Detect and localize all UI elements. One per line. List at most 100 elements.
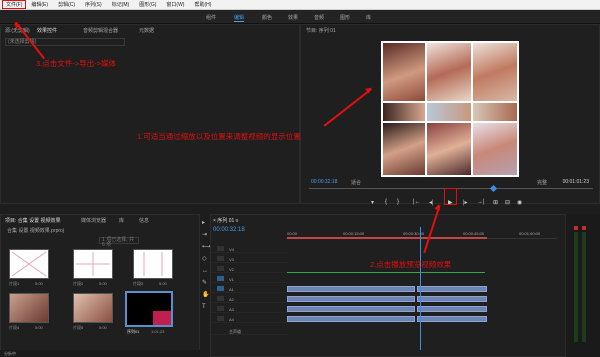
workspace-graphics[interactable]: 图形 xyxy=(340,14,350,21)
menu-window[interactable]: 窗口(W) xyxy=(161,1,189,8)
program-current-timecode[interactable]: 00:00:32:18 xyxy=(311,179,337,185)
audio-clip[interactable] xyxy=(417,316,487,322)
track-header[interactable]: A3 xyxy=(211,305,287,313)
project-tabs: 项目: 合集 设置 视频效果 媒体浏览器 库 信息 xyxy=(1,215,199,224)
hand-tool-icon[interactable]: ✋ xyxy=(202,292,209,298)
sequence-tab[interactable]: × 序列 01 ≡ xyxy=(213,217,239,224)
audio-clip[interactable] xyxy=(417,286,487,292)
list-item[interactable] xyxy=(125,291,173,327)
audio-clip[interactable] xyxy=(287,306,415,312)
tab-project[interactable]: 项目: 合集 设置 视频效果 xyxy=(5,217,61,224)
ruler-tick: 00:00:45:00 xyxy=(463,231,485,236)
ruler-tick: 00:00 xyxy=(287,231,298,236)
annotation-step1: 1.可适当通过缩放以及位置来调整视频的显示位置 xyxy=(137,132,301,141)
list-item[interactable] xyxy=(133,249,173,279)
project-search-input[interactable]: 1 项已选择, 共 6 项 xyxy=(99,237,139,248)
list-item[interactable] xyxy=(9,293,49,323)
workspace-libraries[interactable]: 库 xyxy=(366,14,371,21)
workspace-bar: 组件 编辑 颜色 效果 音频 图形 库 xyxy=(0,10,600,24)
tab-libraries[interactable]: 库 xyxy=(119,217,124,224)
mark-out-icon[interactable]: } xyxy=(397,199,399,205)
item-duration: 5:00 xyxy=(35,281,43,286)
workspace-audio[interactable]: 音频 xyxy=(314,14,324,21)
tab-media-browser[interactable]: 媒体浏览器 xyxy=(81,217,106,224)
audio-clip[interactable] xyxy=(417,296,487,302)
go-to-out-icon[interactable]: →| xyxy=(477,199,485,205)
lock-icon[interactable] xyxy=(217,266,224,271)
audio-clip[interactable] xyxy=(287,316,415,322)
lock-icon[interactable] xyxy=(217,286,224,291)
item-label: 片段1 xyxy=(9,281,20,286)
preview-face-4 xyxy=(383,103,425,121)
lock-icon[interactable] xyxy=(217,256,224,261)
audio-clip[interactable] xyxy=(417,306,487,312)
type-tool-icon[interactable]: T xyxy=(202,304,208,310)
track-select-tool-icon[interactable]: ⇥ xyxy=(202,232,208,238)
timeline-playhead[interactable] xyxy=(420,227,421,350)
video-preview[interactable] xyxy=(381,41,519,177)
mark-in-icon[interactable]: { xyxy=(385,199,387,205)
extract-icon[interactable]: ⊟ xyxy=(505,199,510,206)
tab-effect-controls[interactable]: 效果控件 xyxy=(37,27,57,34)
audio-clip[interactable] xyxy=(287,296,415,302)
track-header[interactable]: 主声道 xyxy=(211,327,287,335)
status-text: 分析中 xyxy=(4,351,16,356)
add-marker-icon[interactable]: ▾ xyxy=(371,199,374,206)
tab-info[interactable]: 信息 xyxy=(139,217,149,224)
export-frame-icon[interactable]: ◉ xyxy=(517,199,522,206)
track-header[interactable]: V3 xyxy=(211,255,287,263)
zoom-select[interactable]: 适合 xyxy=(351,179,361,186)
lock-icon[interactable] xyxy=(217,276,224,281)
track-header[interactable]: A1 xyxy=(211,285,287,293)
menu-file[interactable]: 文件(F) xyxy=(2,0,27,9)
step-forward-icon[interactable]: |▸ xyxy=(463,199,468,206)
lock-icon[interactable] xyxy=(217,246,224,251)
item-duration: 1:01:23 xyxy=(151,329,165,334)
track-header[interactable]: V4 xyxy=(211,245,287,253)
ruler-tick: 00:01:00:00 xyxy=(519,231,541,236)
tab-metadata[interactable]: 元数据 xyxy=(139,27,154,34)
go-to-in-icon[interactable]: |← xyxy=(413,199,421,205)
track-header[interactable]: V1 xyxy=(211,275,287,283)
selection-tool-icon[interactable]: ▸ xyxy=(202,220,208,226)
track-header[interactable]: V2 xyxy=(211,265,287,273)
menu-edit[interactable]: 编辑(E) xyxy=(26,1,53,8)
menu-bar: 文件(F) 编辑(E) 剪辑(C) 序列(S) 标记(M) 图形(G) 窗口(W… xyxy=(0,0,600,10)
menu-clip[interactable]: 剪辑(C) xyxy=(53,1,80,8)
list-item[interactable] xyxy=(73,293,113,323)
menu-help[interactable]: 帮助(H) xyxy=(189,1,216,8)
workspace-effects[interactable]: 效果 xyxy=(288,14,298,21)
green-clip[interactable] xyxy=(287,272,485,273)
tab-source[interactable]: 源:(无剪辑) xyxy=(5,27,30,34)
resolution-select[interactable]: 完整 xyxy=(537,179,547,186)
ripple-edit-tool-icon[interactable]: ⟷ xyxy=(202,244,211,250)
lock-icon[interactable] xyxy=(217,306,224,311)
track-header[interactable]: A4 xyxy=(211,315,287,323)
preview-face-9 xyxy=(473,123,517,175)
clip-indicator[interactable] xyxy=(574,226,578,230)
clip-indicator[interactable] xyxy=(582,226,586,230)
program-playhead[interactable] xyxy=(489,184,498,193)
lock-icon[interactable] xyxy=(217,316,224,321)
track-header[interactable]: A2 xyxy=(211,295,287,303)
slip-tool-icon[interactable]: ↔ xyxy=(202,268,208,274)
workspace-assembly[interactable]: 组件 xyxy=(206,14,216,21)
menu-marker[interactable]: 标记(M) xyxy=(107,1,135,8)
lift-icon[interactable]: ⊞ xyxy=(493,199,498,206)
list-item[interactable] xyxy=(73,249,113,279)
menu-sequence[interactable]: 序列(S) xyxy=(80,1,107,8)
pen-tool-icon[interactable]: ✎ xyxy=(202,280,208,286)
work-area-bar[interactable] xyxy=(287,237,487,239)
step-back-icon[interactable]: ◂| xyxy=(429,199,434,206)
audio-clip[interactable] xyxy=(287,286,415,292)
program-monitor: 节目: 序列 01 00:00:32:18 适合 完整 00:01:01:23 … xyxy=(300,24,600,206)
menu-graphics[interactable]: 图形(G) xyxy=(134,1,161,8)
timeline-timecode[interactable]: 00:00:32:18 xyxy=(213,227,245,233)
list-item[interactable] xyxy=(9,249,49,279)
clip-selector[interactable]: (未选择剪辑) xyxy=(5,38,125,46)
workspace-color[interactable]: 颜色 xyxy=(262,14,272,21)
lock-icon[interactable] xyxy=(217,296,224,301)
workspace-editing[interactable]: 编辑 xyxy=(234,14,245,22)
razor-tool-icon[interactable]: ◇ xyxy=(202,256,208,262)
tab-audio-mixer[interactable]: 音频剪辑混合器 xyxy=(83,27,118,34)
